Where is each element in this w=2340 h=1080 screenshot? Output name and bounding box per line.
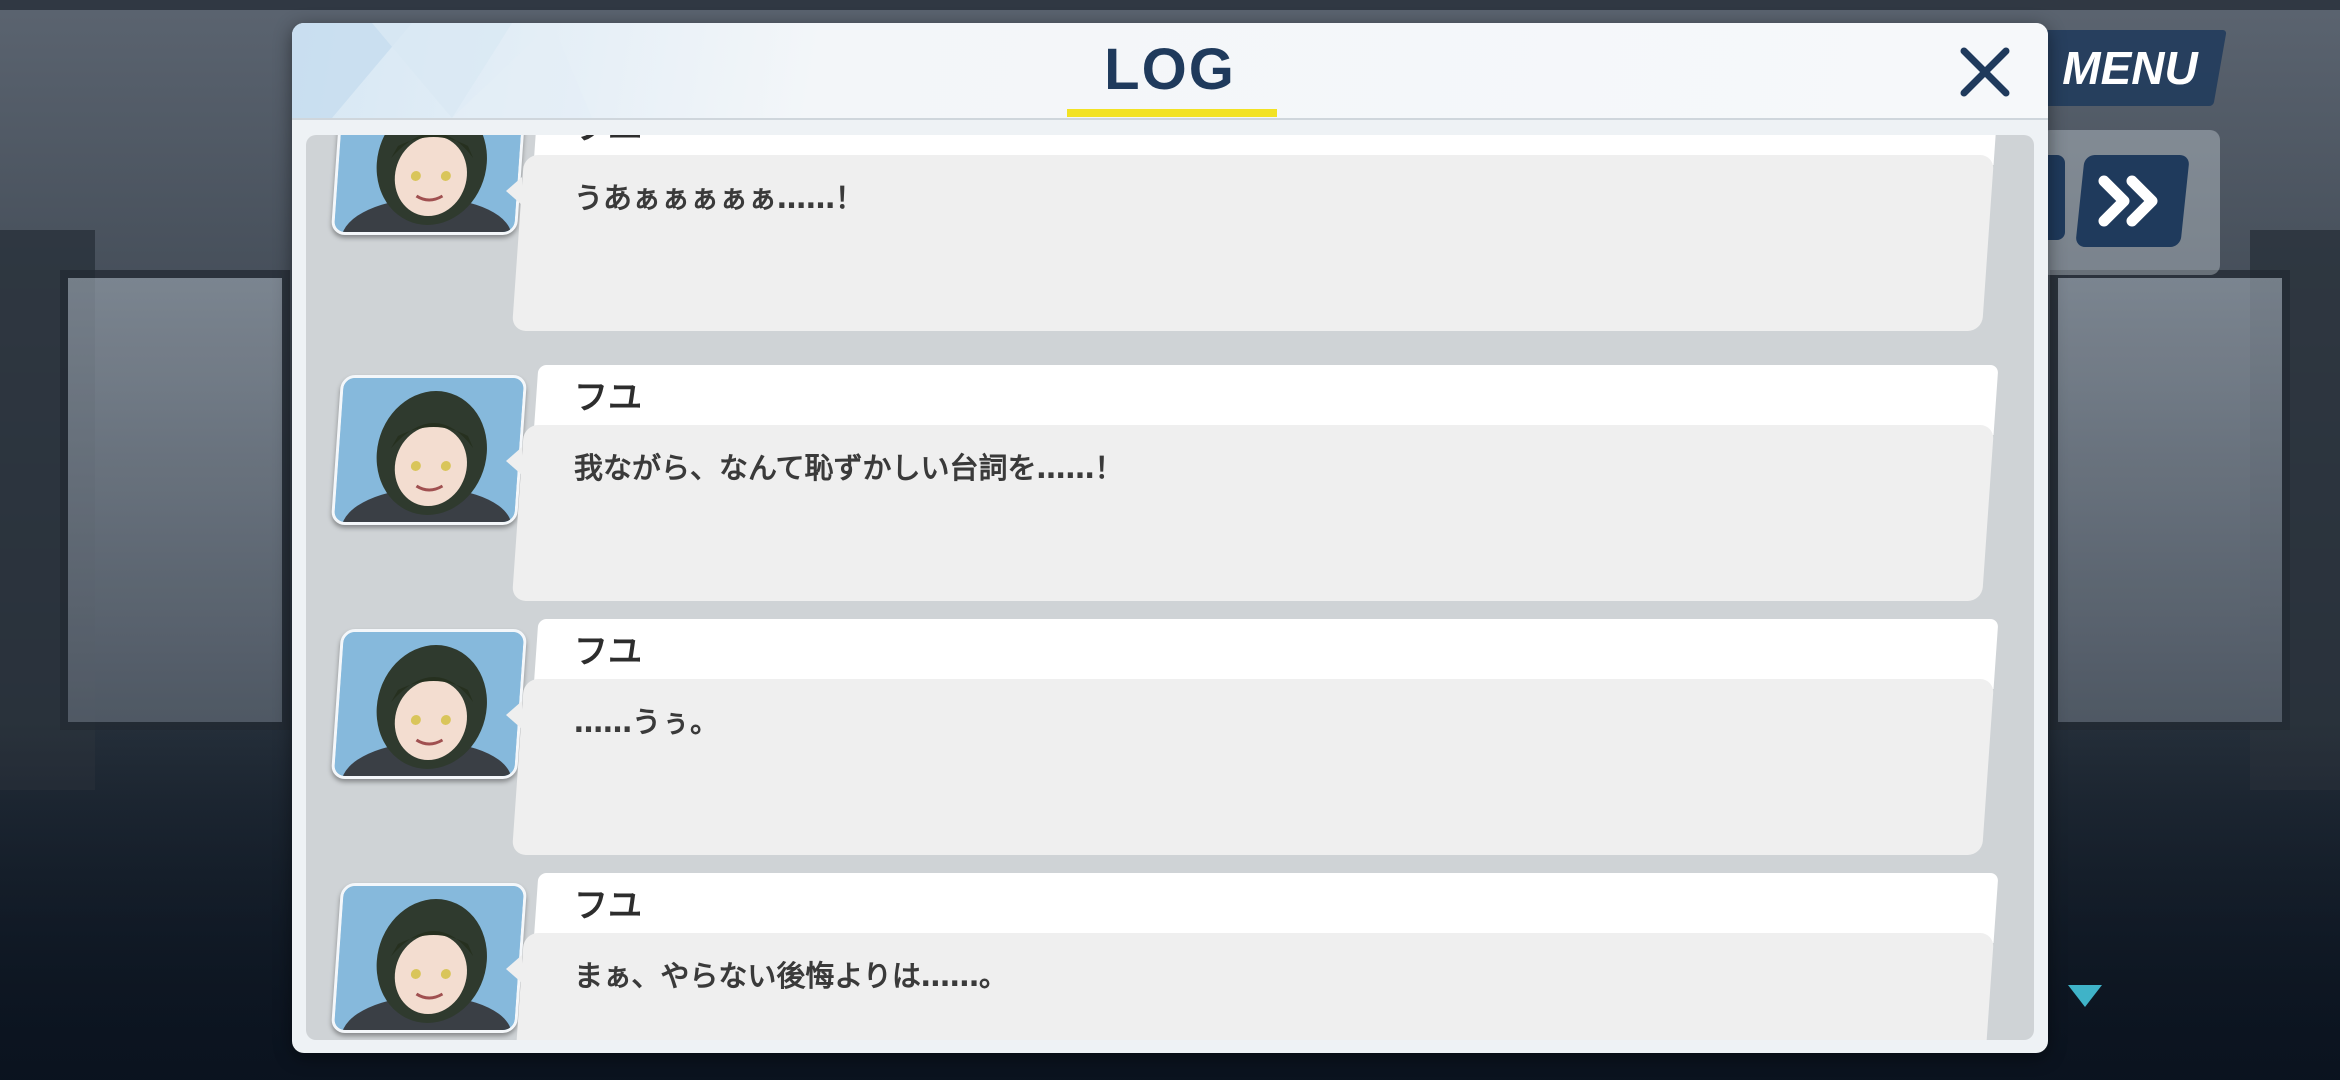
bubble-pointer [506,701,522,729]
speaker-portrait [330,375,528,525]
speaker-portrait [330,135,528,235]
triangle-down-icon [2068,985,2102,1007]
right-window [2050,270,2290,730]
left-window [60,270,290,730]
dialogue-text: まぁ、やらない後悔よりは……。 [574,959,1008,993]
bubble-pointer [506,955,522,983]
menu-button-label: MENU [2062,42,2198,94]
close-button[interactable] [1950,37,2020,107]
close-icon [1960,47,2010,97]
speaker-portrait [330,629,528,779]
bubble-pointer [506,447,522,475]
speaker-name: フユ [574,135,642,153]
log-entry: フユ まぁ、やらない後悔よりは……。 [306,873,2034,1040]
log-list[interactable]: フユ うあぁぁぁぁぁ……！ フユ 我ながら、 [306,135,2034,1040]
header-decoration [292,23,592,118]
fast-forward-icon [2098,175,2158,227]
header-divider [292,118,2048,120]
fast-forward-button[interactable] [2075,155,2190,247]
bubble-pointer [506,177,522,205]
log-entry: フユ 我ながら、なんて恥ずかしい台詞を……！ [306,365,2034,605]
log-title: LOG [1104,37,1236,102]
speaker-name: フユ [574,886,642,926]
log-header: LOG [292,23,2048,118]
title-underline [1067,109,1277,117]
log-entry: フユ ……うぅ。 [306,619,2034,859]
speaker-name: フユ [574,378,642,418]
log-entry: フユ うあぁぁぁぁぁ……！ [306,135,2034,335]
dialogue-text: うあぁぁぁぁぁ……！ [574,181,865,215]
dialogue-text: 我ながら、なんて恥ずかしい台詞を……！ [574,451,1124,485]
speaker-name: フユ [574,632,642,672]
ceiling [0,0,2340,10]
log-dialog: LOG フユ [292,23,2048,1053]
speaker-portrait [330,883,528,1033]
dialogue-text: ……うぅ。 [574,705,720,739]
